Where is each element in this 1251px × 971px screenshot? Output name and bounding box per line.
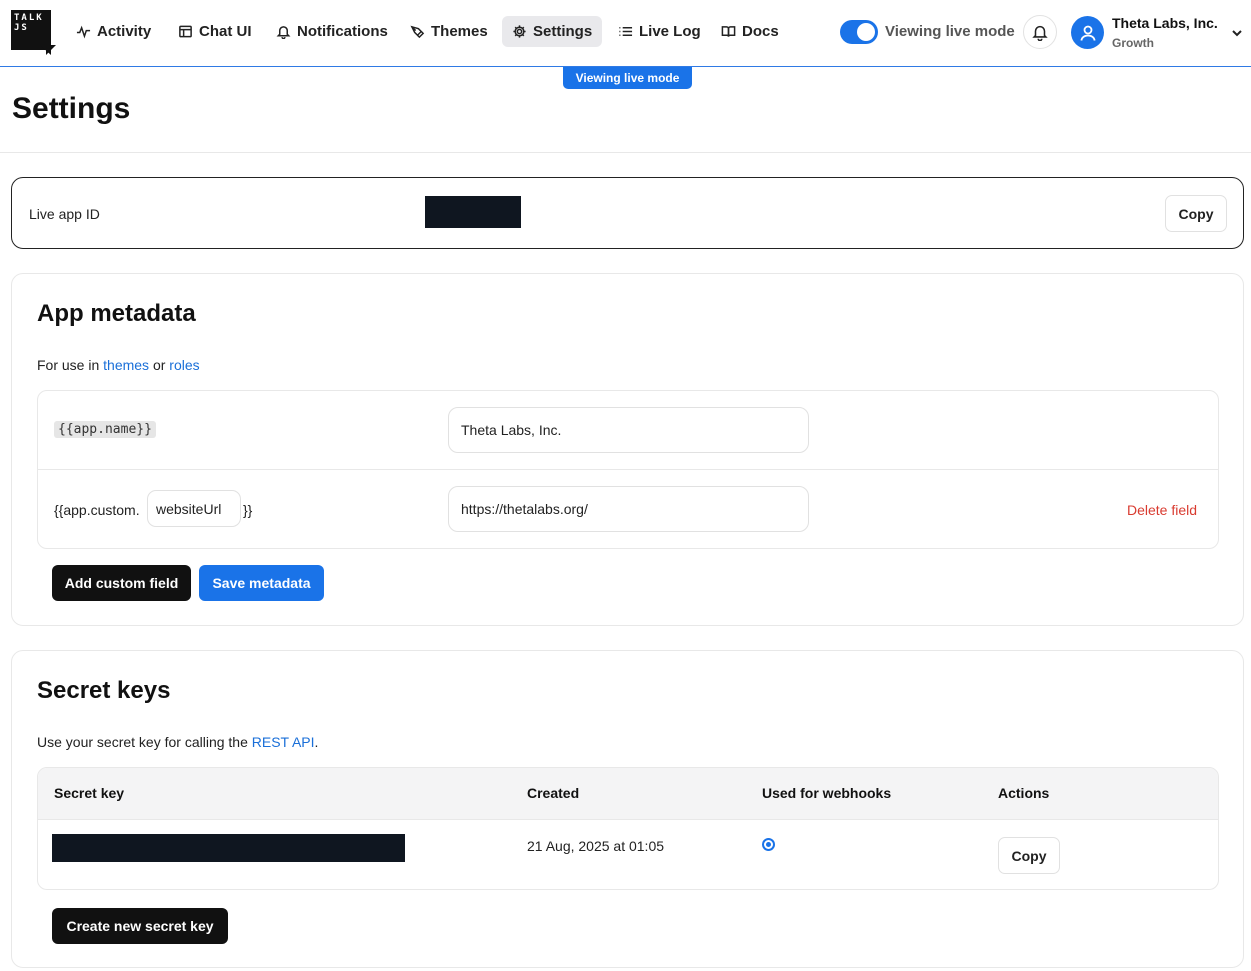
secret-keys-desc-suffix: . <box>314 734 319 750</box>
live-app-id-label: Live app ID <box>29 206 100 222</box>
account-name[interactable]: Theta Labs, Inc. <box>1112 15 1218 31</box>
nav-activity-label: Activity <box>97 23 152 40</box>
create-secret-key-button[interactable]: Create new secret key <box>52 908 228 944</box>
app-name-key: {{app.name}} <box>54 421 156 438</box>
account-plan: Growth <box>1112 36 1154 50</box>
nav-live-log-label: Live Log <box>639 23 701 40</box>
themes-link[interactable]: themes <box>103 357 149 373</box>
gear-icon <box>513 25 526 38</box>
page-title: Settings <box>12 92 131 125</box>
title-divider <box>0 152 1251 153</box>
col-secret-key: Secret key <box>54 785 125 801</box>
nav-activity[interactable]: Activity <box>66 16 161 47</box>
app-name-value-input[interactable]: Theta Labs, Inc. <box>448 407 809 453</box>
metadata-row-divider <box>38 469 1218 470</box>
secret-keys-title: Secret keys <box>37 677 171 704</box>
secret-keys-desc-prefix: Use your secret key for calling the <box>37 734 252 750</box>
activity-icon <box>76 25 91 39</box>
notifications-button[interactable] <box>1023 15 1057 49</box>
live-mode-banner: Viewing live mode <box>563 67 692 89</box>
secret-keys-table: Secret key Created Used for webhooks Act… <box>37 767 1219 890</box>
copy-app-id-button[interactable]: Copy <box>1165 195 1227 232</box>
book-icon <box>721 26 736 37</box>
app-id-redacted <box>425 196 521 228</box>
secret-keys-description: Use your secret key for calling the REST… <box>37 734 318 750</box>
roles-link[interactable]: roles <box>169 357 199 373</box>
webhooks-radio[interactable] <box>762 838 775 851</box>
custom-key-suffix: }} <box>243 502 253 518</box>
secret-key-redacted <box>52 834 405 862</box>
layout-icon <box>179 25 192 38</box>
talkjs-logo[interactable]: TALK JS <box>11 10 51 50</box>
list-icon <box>619 27 633 36</box>
chevron-down-icon <box>1232 30 1242 37</box>
delete-field-link[interactable]: Delete field <box>1127 502 1197 518</box>
add-custom-field-button[interactable]: Add custom field <box>52 565 191 601</box>
account-menu-chevron[interactable] <box>1230 26 1244 40</box>
nav-live-log[interactable]: Live Log <box>608 16 711 47</box>
secret-keys-table-header: Secret key Created Used for webhooks Act… <box>38 768 1218 820</box>
metadata-table: {{app.name}} Theta Labs, Inc. {{app.cust… <box>37 390 1219 549</box>
nav-notifications-label: Notifications <box>297 23 388 40</box>
app-metadata-card: App metadata For use in themes or roles … <box>11 273 1244 626</box>
nav-chat-ui-label: Chat UI <box>199 23 252 40</box>
save-metadata-button[interactable]: Save metadata <box>199 565 324 601</box>
website-url-value-input[interactable]: https://thetalabs.org/ <box>448 486 809 532</box>
user-avatar[interactable] <box>1071 16 1104 49</box>
copy-secret-key-button[interactable]: Copy <box>998 837 1060 874</box>
live-mode-toggle[interactable] <box>840 20 878 44</box>
nav-notifications[interactable]: Notifications <box>266 16 398 47</box>
nav-docs[interactable]: Docs <box>711 16 789 47</box>
nav-docs-label: Docs <box>742 23 779 40</box>
nav-chat-ui[interactable]: Chat UI <box>168 16 262 47</box>
live-mode-toggle-label: Viewing live mode <box>885 23 1015 40</box>
custom-key-prefix: {{app.custom. <box>54 502 140 518</box>
metadata-desc-prefix: For use in <box>37 357 104 373</box>
user-icon <box>1080 25 1095 41</box>
nav-settings[interactable]: Settings <box>502 16 603 47</box>
pen-icon <box>410 25 425 39</box>
col-actions: Actions <box>998 785 1050 801</box>
nav-themes[interactable]: Themes <box>400 16 498 47</box>
metadata-desc-mid: or <box>149 357 170 373</box>
custom-key-input[interactable]: websiteUrl <box>147 490 241 527</box>
bell-icon <box>276 26 291 39</box>
nav-themes-label: Themes <box>431 23 488 40</box>
app-metadata-description: For use in themes or roles <box>37 357 200 373</box>
rest-api-link[interactable]: REST API <box>252 734 315 750</box>
top-nav: TALK JS Activity Chat UI Notifications T… <box>0 0 1251 67</box>
toggle-knob <box>857 23 875 41</box>
bell-icon <box>1032 25 1048 41</box>
live-app-id-card: Live app ID Copy <box>11 177 1244 249</box>
app-metadata-title: App metadata <box>37 300 196 327</box>
col-used-for-webhooks: Used for webhooks <box>762 785 892 801</box>
col-created: Created <box>527 785 580 801</box>
secret-keys-card: Secret keys Use your secret key for call… <box>11 650 1244 968</box>
nav-settings-label: Settings <box>533 23 593 40</box>
secret-key-created: 21 Aug, 2025 at 01:05 <box>527 838 665 854</box>
